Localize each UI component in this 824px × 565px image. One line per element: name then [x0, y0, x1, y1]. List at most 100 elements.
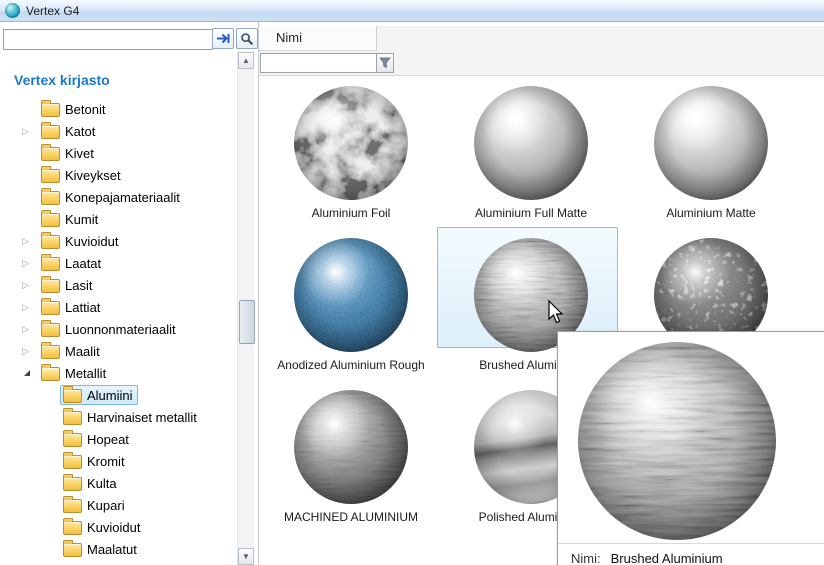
sidebar-item-label: Metallit [65, 366, 106, 381]
sidebar-item-kulta[interactable]: Kulta [0, 472, 237, 494]
sidebar-item-kumit[interactable]: Kumit [0, 208, 237, 230]
expand-arrow-icon[interactable]: ▷ [22, 303, 29, 312]
material-sphere [294, 238, 408, 352]
folder-icon [63, 433, 82, 447]
scroll-up-icon[interactable]: ▲ [238, 52, 254, 69]
expand-arrow-icon[interactable]: ▷ [22, 237, 29, 246]
sidebar-item-lattiat[interactable]: ▷ Lattiat [0, 296, 237, 318]
sidebar-item-konepajamateriaalit[interactable]: Konepajamateriaalit [0, 186, 237, 208]
folder-icon [41, 345, 60, 359]
sidebar-item-label: Kumit [65, 212, 98, 227]
sidebar-item-kuvioidut-metallit[interactable]: Kuvioidut [0, 516, 237, 538]
sidebar-item-kupari[interactable]: Kupari [0, 494, 237, 516]
filter-button[interactable] [376, 53, 394, 73]
material-tile-aluminium-foil[interactable]: Aluminium Foil [261, 78, 441, 228]
sidebar-item-kiveykset[interactable]: Kiveykset [0, 164, 237, 186]
scroll-down-icon[interactable]: ▼ [238, 548, 254, 565]
material-tile-anodized-aluminium-rough[interactable]: Anodized Aluminium Rough [261, 230, 441, 380]
folder-icon [63, 477, 82, 491]
material-name: Aluminium Matte [621, 206, 801, 220]
grid-header-row: Nimi [259, 26, 824, 51]
folder-icon [41, 279, 60, 293]
name-column-header[interactable]: Nimi [259, 26, 377, 51]
sidebar-item-kivet[interactable]: Kivet [0, 142, 237, 164]
folder-icon [41, 169, 60, 183]
sidebar-item-kromit[interactable]: Kromit [0, 450, 237, 472]
preview-name-label: Nimi: [571, 551, 601, 565]
sidebar-item-label: Lattiat [65, 300, 100, 315]
expand-arrow-icon[interactable]: ▷ [22, 281, 29, 290]
expand-arrow-icon[interactable]: ▷ [22, 347, 29, 356]
sidebar-item-label: Betonit [65, 102, 105, 117]
material-name: Aluminium Full Matte [441, 206, 621, 220]
folder-icon [63, 521, 82, 535]
folder-icon [41, 323, 60, 337]
material-sphere [294, 86, 408, 200]
search-input[interactable] [3, 29, 213, 50]
sidebar-item-label: Hopeat [87, 432, 129, 447]
sidebar-item-label: Laatat [65, 256, 101, 271]
material-tile-aluminium-matte[interactable]: Aluminium Matte [621, 78, 801, 228]
sidebar-item-label: Kuvioidut [87, 520, 140, 535]
sidebar-item-label: Maalatut [87, 542, 137, 557]
folder-icon [41, 191, 60, 205]
expand-arrow-icon[interactable]: ▷ [22, 127, 29, 136]
sidebar-item-alumiini[interactable]: Alumiini [0, 384, 237, 406]
sidebar-item-label: Kulta [87, 476, 117, 491]
vertex-g4-window: Vertex G4 ▲ ▼ Vertex kirjasto Betonit ▷ [0, 0, 824, 565]
sidebar-item-harvinaiset-metallit[interactable]: Harvinaiset metallit [0, 406, 237, 428]
library-tree: Vertex kirjasto Betonit ▷ Katot Kivet Ki… [0, 52, 237, 565]
preview-sphere [578, 342, 776, 540]
folder-icon [63, 411, 82, 425]
search-icon [240, 32, 254, 46]
filter-funnel-icon [379, 57, 391, 69]
material-tile-aluminium-full-matte[interactable]: Aluminium Full Matte [441, 78, 621, 228]
expand-arrow-icon[interactable]: ▷ [22, 259, 29, 268]
search-go-button[interactable] [212, 28, 234, 49]
tree-title: Vertex kirjasto [14, 72, 237, 88]
sidebar-item-label: Kuvioidut [65, 234, 118, 249]
folder-icon [41, 213, 60, 227]
sidebar-item-laatat[interactable]: ▷ Laatat [0, 252, 237, 274]
material-tile-machined-aluminium[interactable]: MACHINED ALUMINIUM [261, 382, 441, 532]
window-title: Vertex G4 [26, 4, 79, 18]
search-find-button[interactable] [236, 28, 258, 49]
material-name: Anodized Aluminium Rough [261, 358, 441, 372]
preview-name-row: Nimi: Brushed Aluminium [558, 543, 824, 565]
sidebar-item-katot[interactable]: ▷ Katot [0, 120, 237, 142]
title-bar[interactable]: Vertex G4 [0, 0, 824, 22]
sidebar-item-label: Maalit [65, 344, 100, 359]
collapse-arrow-icon[interactable] [24, 370, 30, 376]
sidebar-item-label: Lasit [65, 278, 92, 293]
sidebar-item-label: Katot [65, 124, 95, 139]
tree-scrollbar[interactable]: ▲ ▼ [237, 52, 254, 565]
name-filter-input[interactable] [260, 53, 378, 73]
folder-icon [41, 257, 60, 271]
sidebar-item-luonnonmateriaalit[interactable]: ▷ Luonnonmateriaalit [0, 318, 237, 340]
folder-icon [63, 543, 82, 557]
open-folder-icon [41, 367, 60, 381]
sidebar-item-betonit[interactable]: Betonit [0, 98, 237, 120]
folder-icon [63, 389, 82, 403]
sidebar-item-label: Harvinaiset metallit [87, 410, 197, 425]
sidebar-item-label: Konepajamateriaalit [65, 190, 180, 205]
scrollbar-thumb[interactable] [239, 300, 255, 344]
folder-icon [63, 499, 82, 513]
sidebar-item-hopeat[interactable]: Hopeat [0, 428, 237, 450]
grid-filter-row [259, 51, 824, 76]
material-preview-tooltip: Nimi: Brushed Aluminium [557, 331, 824, 565]
sidebar-item-kuvioidut[interactable]: ▷ Kuvioidut [0, 230, 237, 252]
sidebar-item-label: Kromit [87, 454, 125, 469]
folder-icon [41, 125, 60, 139]
sidebar-item-lasit[interactable]: ▷ Lasit [0, 274, 237, 296]
folder-icon [41, 301, 60, 315]
expand-arrow-icon[interactable]: ▷ [22, 325, 29, 334]
preview-name-value: Brushed Aluminium [611, 551, 723, 565]
sidebar-item-maalatut[interactable]: Maalatut [0, 538, 237, 560]
sidebar-item-label: Luonnonmateriaalit [65, 322, 176, 337]
arrow-right-icon [216, 32, 231, 45]
sidebar-item-maalit[interactable]: ▷ Maalit [0, 340, 237, 362]
folder-icon [41, 103, 60, 117]
app-icon [5, 3, 20, 18]
sidebar-item-metallit[interactable]: Metallit [0, 362, 237, 384]
